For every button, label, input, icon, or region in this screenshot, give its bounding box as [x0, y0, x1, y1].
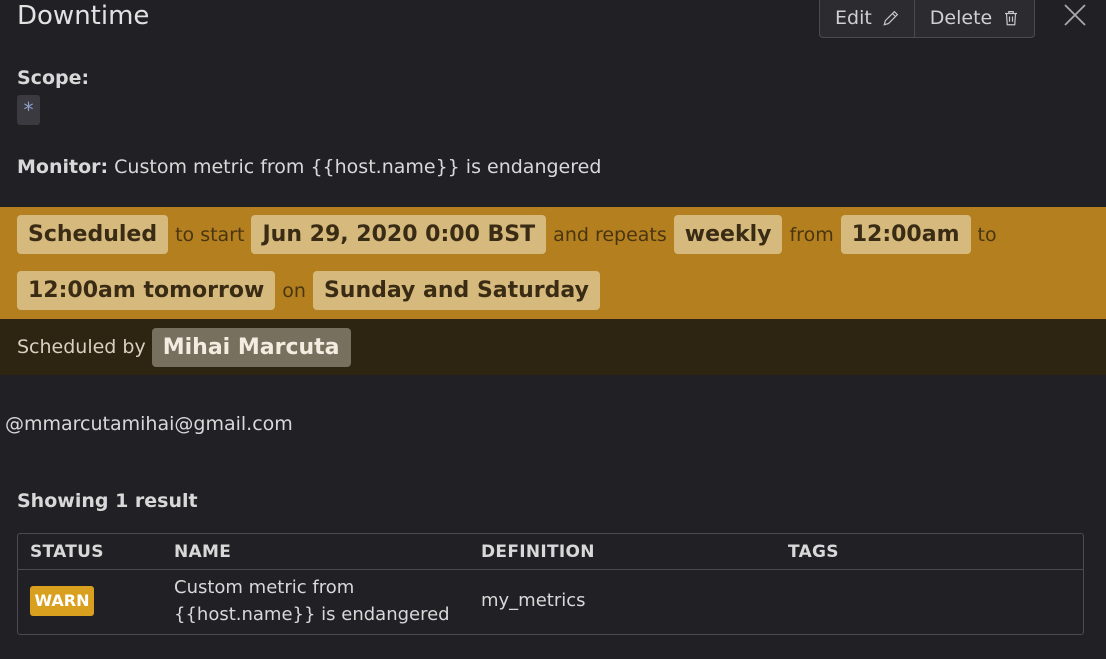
- to-text: to: [977, 223, 997, 246]
- status-badge: WARN: [30, 586, 94, 616]
- pencil-icon: [883, 10, 899, 26]
- scope-label: Scope:: [17, 67, 90, 89]
- results-table: STATUS NAME DEFINITION TAGS WARN Custom …: [17, 533, 1084, 635]
- to-start-text: to start: [175, 223, 245, 246]
- edit-button[interactable]: Edit: [820, 0, 914, 37]
- column-header-definition[interactable]: DEFINITION: [481, 542, 595, 562]
- to-time-chip: 12:00am tomorrow: [17, 271, 276, 310]
- action-buttons: Edit Delete: [819, 0, 1036, 38]
- days-chip: Sunday and Saturday: [312, 271, 600, 310]
- page-title: Downtime: [17, 1, 150, 31]
- scope-value: *: [17, 95, 40, 125]
- delete-button[interactable]: Delete: [913, 0, 1034, 37]
- row-name-line-2[interactable]: {{host.name}} is endangered: [174, 604, 450, 625]
- scheduled-by-label: Scheduled by: [17, 336, 146, 358]
- trash-icon: [1005, 11, 1018, 26]
- from-time-chip: 12:00am: [840, 215, 971, 254]
- delete-label: Delete: [929, 7, 993, 29]
- monitor-label: Monitor:: [17, 156, 109, 178]
- monitor-line: Monitor: Custom metric from {{host.name}…: [17, 156, 601, 178]
- start-date-chip: Jun 29, 2020 0:00 BST: [251, 215, 547, 254]
- notification-message: @mmarcutamihai@gmail.com: [5, 413, 293, 435]
- column-header-name[interactable]: NAME: [174, 542, 231, 562]
- edit-label: Edit: [835, 7, 872, 29]
- close-icon[interactable]: [1063, 3, 1087, 27]
- schedule-banner: Scheduled to start Jun 29, 2020 0:00 BST…: [0, 207, 1106, 319]
- scheduled-by-bar: Scheduled by Mihai Marcuta: [0, 319, 1106, 375]
- results-summary: Showing 1 result: [17, 490, 198, 512]
- schedule-row-2: 12:00am tomorrow on Sunday and Saturday: [17, 271, 600, 310]
- row-definition: my_metrics: [481, 590, 586, 611]
- on-text: on: [282, 279, 306, 302]
- column-header-status[interactable]: STATUS: [30, 542, 104, 562]
- and-repeats-text: and repeats: [553, 223, 667, 246]
- scheduler-name-chip: Mihai Marcuta: [151, 327, 351, 367]
- status-chip: Scheduled: [17, 215, 169, 254]
- from-text: from: [789, 223, 834, 246]
- table-header: STATUS NAME DEFINITION TAGS: [18, 534, 1083, 570]
- schedule-row-1: Scheduled to start Jun 29, 2020 0:00 BST…: [17, 215, 998, 254]
- column-header-tags[interactable]: TAGS: [788, 542, 839, 562]
- row-name-line-1[interactable]: Custom metric from: [174, 577, 354, 598]
- monitor-link[interactable]: Custom metric from {{host.name}} is enda…: [114, 156, 601, 178]
- frequency-chip: weekly: [673, 215, 783, 254]
